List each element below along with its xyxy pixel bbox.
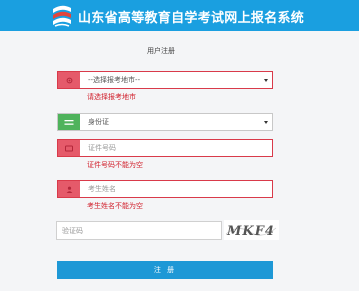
- location-icon: [58, 72, 80, 88]
- header-bar: 山东省高等教育自学考试网上报名系统: [0, 0, 359, 31]
- register-button[interactable]: 注 册: [57, 261, 273, 279]
- exam-logo-icon: [53, 5, 71, 27]
- captcha-input[interactable]: 验证码: [56, 221, 222, 240]
- region-select-value: --选择报考地市--: [88, 76, 141, 84]
- name-error: 考生姓名不能为空: [87, 202, 143, 210]
- id-card-icon: [58, 114, 80, 130]
- id-type-select[interactable]: 身份证: [57, 113, 273, 131]
- id-number-error: 证件号码不能为空: [87, 161, 143, 169]
- id-number-icon: [58, 140, 80, 156]
- region-select[interactable]: --选择报考地市--: [57, 71, 273, 89]
- name-input[interactable]: 考生姓名: [57, 180, 273, 198]
- id-number-placeholder: 证件号码: [88, 144, 116, 152]
- region-error: 请选择报考地市: [87, 93, 136, 101]
- captcha-image-text: MKF4: [226, 224, 275, 239]
- captcha-placeholder: 验证码: [62, 226, 83, 235]
- chevron-down-icon: [264, 121, 268, 124]
- captcha-image[interactable]: MKF4: [224, 220, 279, 240]
- name-placeholder: 考生姓名: [88, 185, 116, 193]
- id-number-input[interactable]: 证件号码: [57, 139, 273, 157]
- registration-page: 山东省高等教育自学考试网上报名系统 用户注册 --选择报考地市-- 请选择报考地…: [0, 0, 359, 291]
- id-type-select-value: 身份证: [88, 118, 109, 126]
- form-title: 用户注册: [147, 47, 175, 55]
- chevron-down-icon: [264, 79, 268, 82]
- site-title: 山东省高等教育自学考试网上报名系统: [78, 11, 305, 26]
- user-icon: [58, 181, 80, 197]
